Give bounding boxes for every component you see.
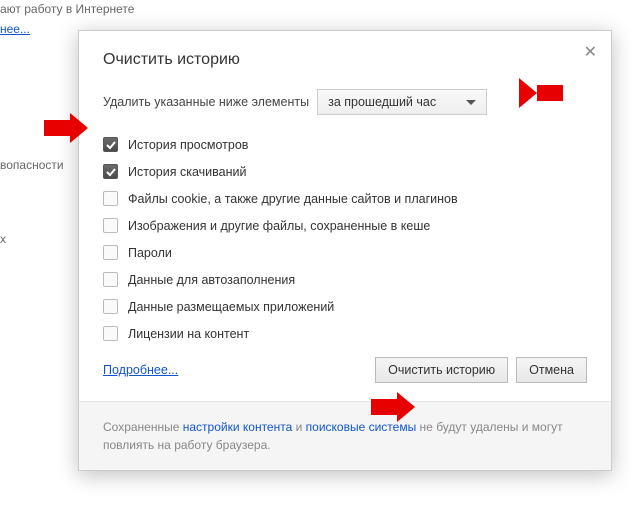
delete-label: Удалить указанные ниже элементы <box>103 95 309 109</box>
checkbox-row[interactable]: История просмотров <box>103 137 587 152</box>
annotation-arrow-clear-button <box>371 392 415 422</box>
checkbox-row[interactable]: Лицензии на контент <box>103 326 587 341</box>
timerange-value: за прошедший час <box>328 95 436 109</box>
checkbox[interactable] <box>103 245 118 260</box>
checkbox-label: История скачиваний <box>128 165 246 179</box>
checkbox-row[interactable]: История скачиваний <box>103 164 587 179</box>
checkbox-row[interactable]: Пароли <box>103 245 587 260</box>
checkbox-row[interactable]: Изображения и другие файлы, сохраненные … <box>103 218 587 233</box>
close-icon[interactable]: ✕ <box>584 45 597 61</box>
checkbox-row[interactable]: Данные для автозаполнения <box>103 272 587 287</box>
footer-link-content-settings[interactable]: настройки контента <box>183 420 293 434</box>
bg-link-more[interactable]: нее... <box>0 22 30 36</box>
footer-text-mid: и <box>292 420 305 434</box>
bg-text-1: ают работу в Интернете <box>0 2 134 16</box>
checkbox[interactable] <box>103 164 118 179</box>
checkbox-label: Лицензии на контент <box>128 327 249 341</box>
footer-link-search-engines[interactable]: поисковые системы <box>306 420 417 434</box>
bg-text-2: вопасности <box>0 158 64 172</box>
timerange-select[interactable]: за прошедший час <box>317 89 487 115</box>
checkbox[interactable] <box>103 272 118 287</box>
checkbox[interactable] <box>103 326 118 341</box>
checkbox-label: История просмотров <box>128 138 248 152</box>
annotation-arrow-timerange <box>519 78 563 108</box>
dialog-footer: Сохраненные настройки контента и поисков… <box>79 401 611 470</box>
annotation-arrow-checkboxes <box>44 113 88 143</box>
checkbox-list: История просмотров История скачиваний Файл… <box>103 137 587 341</box>
checkbox[interactable] <box>103 137 118 152</box>
checkbox-label: Данные размещаемых приложений <box>128 300 334 314</box>
checkbox[interactable] <box>103 191 118 206</box>
dialog-title: Очистить историю <box>103 51 587 69</box>
cancel-button[interactable]: Отмена <box>516 357 587 383</box>
checkbox-row[interactable]: Данные размещаемых приложений <box>103 299 587 314</box>
checkbox[interactable] <box>103 218 118 233</box>
checkbox-label: Файлы cookie, а также другие данные сайт… <box>128 192 458 206</box>
checkbox-label: Пароли <box>128 246 172 260</box>
checkbox-label: Данные для автозаполнения <box>128 273 295 287</box>
clear-history-button[interactable]: Очистить историю <box>375 357 508 383</box>
checkbox-row[interactable]: Файлы cookie, а также другие данные сайт… <box>103 191 587 206</box>
bg-text-3: х <box>0 232 6 246</box>
more-link[interactable]: Подробнее... <box>103 363 178 377</box>
checkbox[interactable] <box>103 299 118 314</box>
footer-text-pre: Сохраненные <box>103 420 183 434</box>
checkbox-label: Изображения и другие файлы, сохраненные … <box>128 219 430 233</box>
